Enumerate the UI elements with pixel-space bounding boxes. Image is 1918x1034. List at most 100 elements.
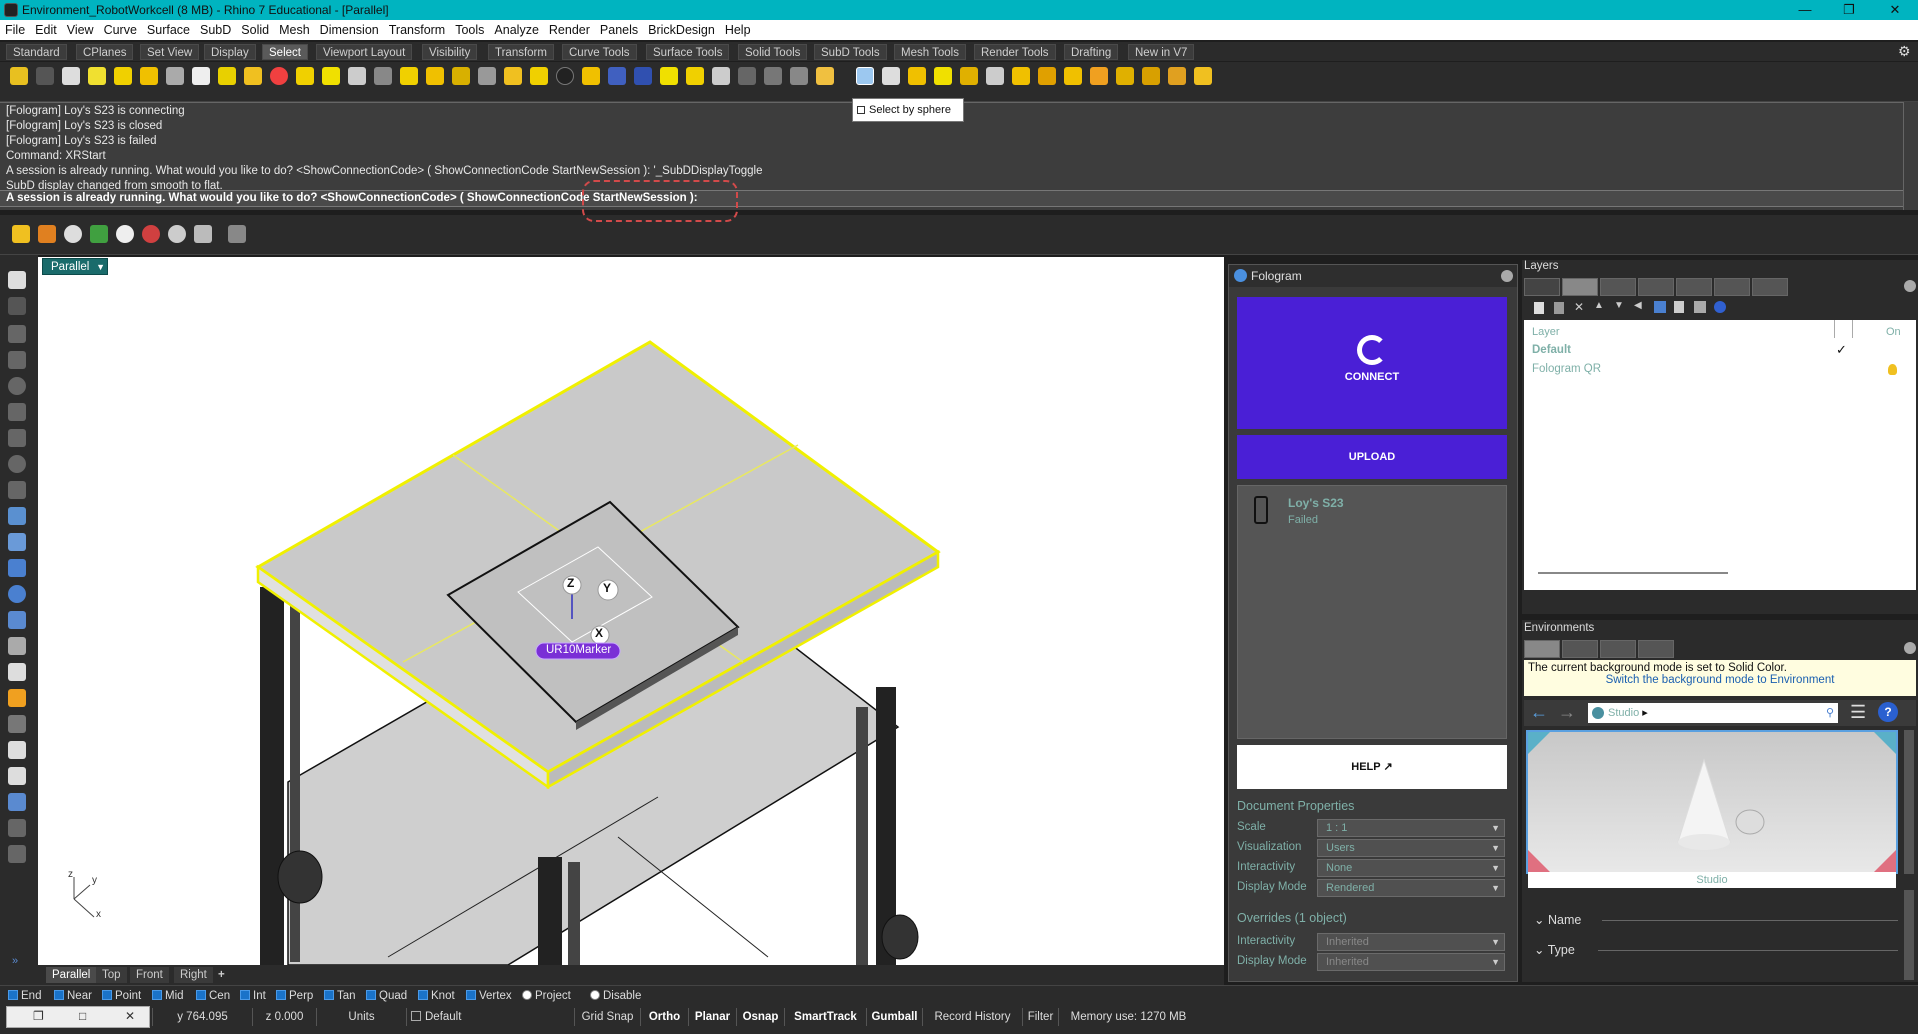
select-history-icon[interactable] [908,67,926,85]
osnap-perp[interactable]: Perp [276,988,313,1004]
select-text-icon[interactable] [1064,67,1082,85]
osnap-vertex[interactable]: Vertex [466,988,512,1004]
select-clipping-planes-icon[interactable] [1012,67,1030,85]
switch-mode-link[interactable]: Switch the background mode to Environmen… [1528,674,1912,686]
override-display-mode-select[interactable]: Inherited ▼ [1317,953,1505,971]
select-lights-icon[interactable] [192,67,210,85]
osnap-disable[interactable]: Disable [590,988,641,1004]
point-icon[interactable] [8,297,26,315]
tab-standard[interactable]: Standard [6,44,67,60]
select-arrow-icon[interactable] [8,271,26,289]
close-icon[interactable]: ✕ [125,1009,135,1023]
help-icon[interactable] [1714,301,1726,313]
move-out-icon[interactable]: ◀ [1634,300,1642,311]
help-icon[interactable]: ? [1878,702,1898,722]
select-all-icon[interactable] [10,67,28,85]
layers-tab-icon[interactable] [1562,278,1598,296]
select-mesh-vertices-icon[interactable] [374,67,392,85]
tab-subd-tools[interactable]: SubD Tools [814,44,887,60]
panel-options-icon[interactable] [1501,270,1513,282]
move-up-icon[interactable]: ▲ [1594,300,1604,311]
tab-front[interactable]: Front [130,967,169,983]
tab-set-view[interactable]: Set View [140,44,200,60]
text-icon[interactable] [8,715,26,733]
lights-tab-icon[interactable] [1562,640,1598,658]
menu-subd[interactable]: SubD [195,20,236,40]
gumball-toggle[interactable]: Gumball [866,1008,922,1026]
menu-dimension[interactable]: Dimension [315,20,384,40]
select-pictures-icon[interactable] [608,67,626,85]
osnap-knot[interactable]: Knot [418,988,455,1004]
polyline-icon[interactable] [8,325,26,343]
tab-new-in-v7[interactable]: New in V7 [1128,44,1195,60]
select-sphere-2-icon[interactable] [986,67,1004,85]
scale-select[interactable]: 1 : 1 ▼ [1317,819,1505,837]
hatch-icon[interactable] [8,741,26,759]
horizontal-scrollbar[interactable] [1538,572,1728,574]
select-chain-icon[interactable] [738,67,756,85]
select-polysurfaces-icon[interactable] [322,67,340,85]
tab-transform[interactable]: Transform [488,44,554,60]
osnap-int[interactable]: Int [240,988,266,1004]
maximize-button[interactable]: ❐ [1832,0,1866,20]
current-layer-check[interactable]: ✓ [1836,342,1847,358]
command-scrollbar[interactable] [1903,102,1918,210]
notifications-tab-icon[interactable] [1752,278,1788,296]
libraries-tab-icon[interactable] [1676,278,1712,296]
visualization-select[interactable]: Users ▼ [1317,839,1505,857]
camera-icon[interactable] [168,225,186,243]
display-mode-select[interactable]: Rendered ▼ [1317,879,1505,897]
gear-icon[interactable]: ⚙ [1898,43,1911,60]
select-planar-icon[interactable] [660,67,678,85]
menu-panels[interactable]: Panels [595,20,643,40]
env-scrollbar[interactable] [1904,890,1914,980]
osnap-tan[interactable]: Tan [324,988,356,1004]
new-sublayer-icon[interactable] [1554,302,1564,314]
viewport-parallel[interactable]: Z Y X UR10Marker z y x [38,257,1224,965]
color-panel-tab-icon[interactable] [1524,278,1560,296]
tab-parallel[interactable]: Parallel [46,967,97,983]
tab-cplanes[interactable]: CPlanes [76,44,134,60]
select-last-icon[interactable] [114,67,132,85]
select-cube-icon[interactable] [882,67,900,85]
osnap-mid[interactable]: Mid [152,988,184,1004]
surface-icon[interactable] [8,507,26,525]
expand-icon[interactable]: » [12,955,18,967]
osnap-cen[interactable]: Cen [196,988,230,1004]
select-leaders-icon[interactable] [1090,67,1108,85]
filter-icon[interactable] [1654,301,1666,313]
interactivity-select[interactable]: None ▼ [1317,859,1505,877]
new-layer-icon[interactable] [1534,302,1544,314]
fologram-clock-icon[interactable] [64,225,82,243]
menu-brickdesign[interactable]: BrickDesign [643,20,720,40]
select-dimensions-icon[interactable] [1116,67,1134,85]
lightbulb-icon[interactable] [1888,364,1897,375]
select-points-icon[interactable] [140,67,158,85]
ortho-toggle[interactable]: Ortho [640,1008,688,1026]
render-icon[interactable] [8,793,26,811]
osnap-quad[interactable]: Quad [366,988,407,1004]
render-tab-icon[interactable] [1600,278,1636,296]
device-name[interactable]: Loy's S23 [1288,496,1344,510]
boolean-icon[interactable] [8,585,26,603]
ellipse-icon[interactable] [8,455,26,473]
select-by-color-icon[interactable] [270,67,288,85]
command-prompt[interactable]: A session is already running. What would… [0,190,1903,207]
close-button[interactable]: ✕ [1878,0,1912,20]
type-section[interactable]: ⌄ Type [1534,942,1575,957]
circle-icon[interactable] [8,377,26,395]
back-icon[interactable]: ← [1530,702,1548,723]
arc-icon[interactable] [8,403,26,421]
tab-viewport-layout[interactable]: Viewport Layout [316,44,413,60]
name-section[interactable]: ⌄ Name [1534,912,1581,927]
fologram-sync-icon[interactable] [142,225,160,243]
select-open-curves-icon[interactable] [504,67,522,85]
select-dots-icon[interactable] [582,67,600,85]
history-icon[interactable] [8,845,26,863]
select-blocks-icon[interactable] [244,67,262,85]
menu-view[interactable]: View [62,20,99,40]
select-misc-icon[interactable] [1142,67,1160,85]
materials-tab-icon[interactable] [1638,278,1674,296]
mesh-icon[interactable] [8,611,26,629]
display-tab-icon[interactable] [1714,278,1750,296]
